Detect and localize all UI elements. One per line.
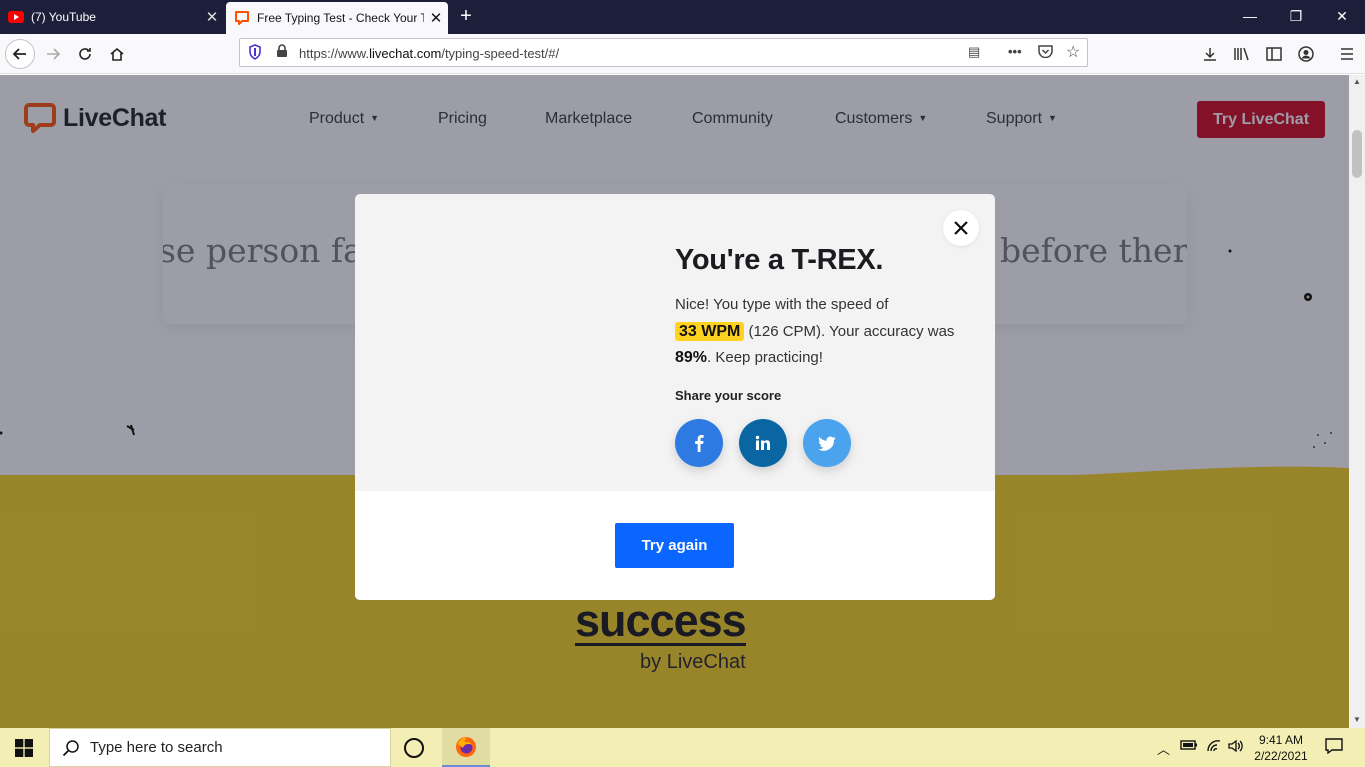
cpm-text: (126 CPM). Your accuracy was: [748, 322, 955, 340]
windows-taskbar: Type here to search ︿ 9:41 AM 2/22/2021: [0, 728, 1365, 767]
youtube-icon: [8, 9, 24, 25]
library-button[interactable]: [1227, 39, 1257, 69]
bookmark-star-icon[interactable]: ☆: [1066, 42, 1080, 62]
battery-icon[interactable]: [1180, 739, 1198, 754]
accuracy-value: 89%: [675, 349, 708, 366]
livechat-favicon-icon: [234, 10, 250, 26]
share-linkedin-button[interactable]: [739, 419, 787, 467]
tab-youtube[interactable]: (7) YouTube ✕: [0, 0, 224, 34]
scroll-up-icon[interactable]: ▲: [1353, 77, 1361, 86]
show-hidden-icons-icon[interactable]: ︿: [1157, 739, 1170, 758]
url-domain: livechat.com: [369, 46, 442, 61]
twitter-icon: [818, 436, 836, 451]
tab-title: (7) YouTube: [31, 10, 96, 24]
sidebar-icon: [1266, 47, 1282, 61]
downloads-button[interactable]: [1195, 39, 1225, 69]
download-icon: [1204, 48, 1216, 61]
clock-date: 2/22/2021: [1254, 749, 1308, 763]
volume-icon[interactable]: [1228, 739, 1244, 756]
cortana-icon[interactable]: [404, 738, 424, 758]
linkedin-icon: [755, 435, 770, 450]
system-clock[interactable]: 9:41 AM 2/22/2021: [1248, 732, 1314, 764]
notifications-icon[interactable]: [1325, 738, 1343, 757]
page-scrollbar[interactable]: ▲ ▼: [1349, 75, 1365, 728]
taskbar-search-box[interactable]: Type here to search: [49, 728, 391, 767]
share-twitter-button[interactable]: [803, 419, 851, 467]
arrow-left-icon: [12, 48, 26, 60]
tab-title: Free Typing Test - Check Your T: [257, 11, 424, 25]
account-icon: [1298, 46, 1314, 62]
url-path: /typing-speed-test/#/: [441, 46, 560, 61]
reader-view-icon[interactable]: ▤: [968, 44, 980, 60]
windows-logo-icon: [15, 738, 33, 757]
search-placeholder: Type here to search: [90, 739, 223, 756]
page-actions-icon[interactable]: •••: [1008, 44, 1022, 59]
result-modal: You're a T-REX. Nice! You type with the …: [355, 194, 995, 600]
home-button[interactable]: [102, 39, 132, 69]
share-facebook-button[interactable]: [675, 419, 723, 467]
scroll-thumb[interactable]: [1352, 130, 1362, 178]
firefox-icon: [456, 736, 476, 757]
menu-button[interactable]: [1332, 39, 1362, 69]
result-description: Nice! You type with the speed of 33 WPM …: [675, 292, 965, 372]
forward-button[interactable]: [38, 39, 68, 69]
facebook-icon: [695, 435, 704, 452]
clock-time: 9:41 AM: [1258, 733, 1304, 747]
sidebar-button[interactable]: [1259, 39, 1289, 69]
browser-navigation-bar: https://www.livechat.com/typing-speed-te…: [0, 34, 1365, 74]
desc-outro: . Keep practicing!: [707, 349, 823, 366]
try-again-button[interactable]: Try again: [615, 523, 734, 568]
result-title: You're a T-REX.: [675, 244, 884, 276]
tab-typing-test[interactable]: Free Typing Test - Check Your T ✕: [226, 2, 448, 34]
scroll-down-icon[interactable]: ▼: [1353, 715, 1361, 724]
wifi-icon[interactable]: [1206, 739, 1222, 756]
reload-button[interactable]: [70, 39, 100, 69]
close-tab-icon[interactable]: ✕: [200, 8, 224, 26]
url-text[interactable]: https://www.livechat.com/typing-speed-te…: [299, 46, 559, 61]
wpm-badge: 33 WPM: [675, 321, 745, 341]
web-page: LiveChat Product ▼ Pricing Marketplace Co…: [0, 75, 1349, 728]
pocket-icon[interactable]: [1038, 44, 1053, 61]
url-bar[interactable]: https://www.livechat.com/typing-speed-te…: [239, 38, 1088, 67]
lock-icon[interactable]: [276, 44, 288, 61]
arrow-right-icon: [47, 48, 61, 60]
close-tab-icon[interactable]: ✕: [424, 9, 448, 27]
start-button[interactable]: [0, 728, 48, 767]
library-icon: [1234, 47, 1249, 61]
account-button[interactable]: [1291, 39, 1321, 69]
desc-intro: Nice! You type with the speed of: [675, 296, 889, 313]
home-icon: [110, 47, 124, 61]
close-window-icon[interactable]: ✕: [1319, 0, 1365, 34]
back-button[interactable]: [5, 39, 35, 69]
close-modal-button[interactable]: [943, 210, 979, 246]
restore-icon[interactable]: ❐: [1273, 0, 1319, 34]
taskbar-firefox-button[interactable]: [442, 728, 490, 767]
minimize-icon[interactable]: —: [1227, 0, 1273, 34]
hamburger-icon: [1341, 48, 1353, 60]
search-icon: [62, 739, 79, 756]
new-tab-button[interactable]: +: [452, 4, 480, 30]
url-prefix: https://www.: [299, 46, 370, 61]
browser-tab-strip: (7) YouTube ✕ Free Typing Test - Check Y…: [0, 0, 1365, 34]
reload-icon: [79, 48, 91, 60]
tracking-protection-icon[interactable]: [248, 44, 262, 63]
close-icon: [954, 221, 968, 235]
share-label: Share your score: [675, 388, 782, 403]
